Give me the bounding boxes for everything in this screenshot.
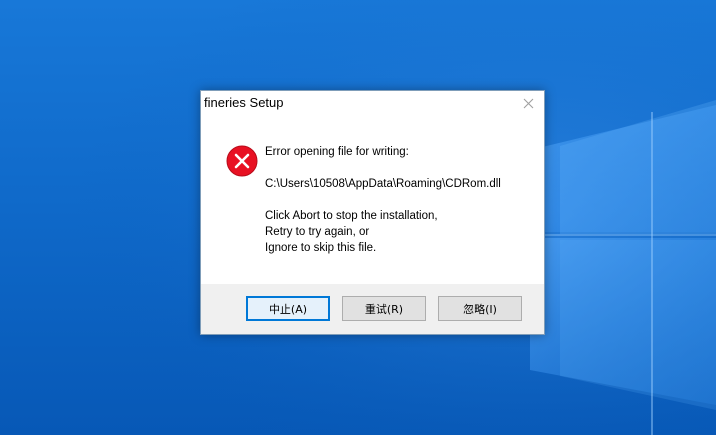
error-icon (226, 145, 258, 177)
file-path-text: C:\Users\10508\AppData\Roaming\CDRom.dll (265, 178, 501, 190)
setup-error-dialog: fineries Setup Error opening file for wr… (200, 90, 545, 335)
dialog-button-bar: 中止(A) 重试(R) 忽略(I) (201, 284, 544, 334)
close-button[interactable] (512, 91, 544, 115)
abort-button[interactable]: 中止(A) (246, 296, 330, 321)
close-icon (523, 98, 533, 108)
instruction-line: Ignore to skip this file. (265, 242, 377, 254)
dialog-titlebar[interactable]: fineries Setup (201, 91, 544, 115)
instruction-line: Retry to try again, or (265, 226, 370, 238)
retry-button[interactable]: 重试(R) (342, 296, 426, 321)
instruction-line: Click Abort to stop the installation, (265, 210, 438, 222)
error-message-line: Error opening file for writing: (265, 146, 409, 158)
desktop: fineries Setup Error opening file for wr… (0, 0, 716, 435)
dialog-title: fineries Setup (204, 95, 284, 110)
dialog-content: Error opening file for writing: C:\Users… (201, 115, 544, 284)
ignore-button[interactable]: 忽略(I) (438, 296, 522, 321)
